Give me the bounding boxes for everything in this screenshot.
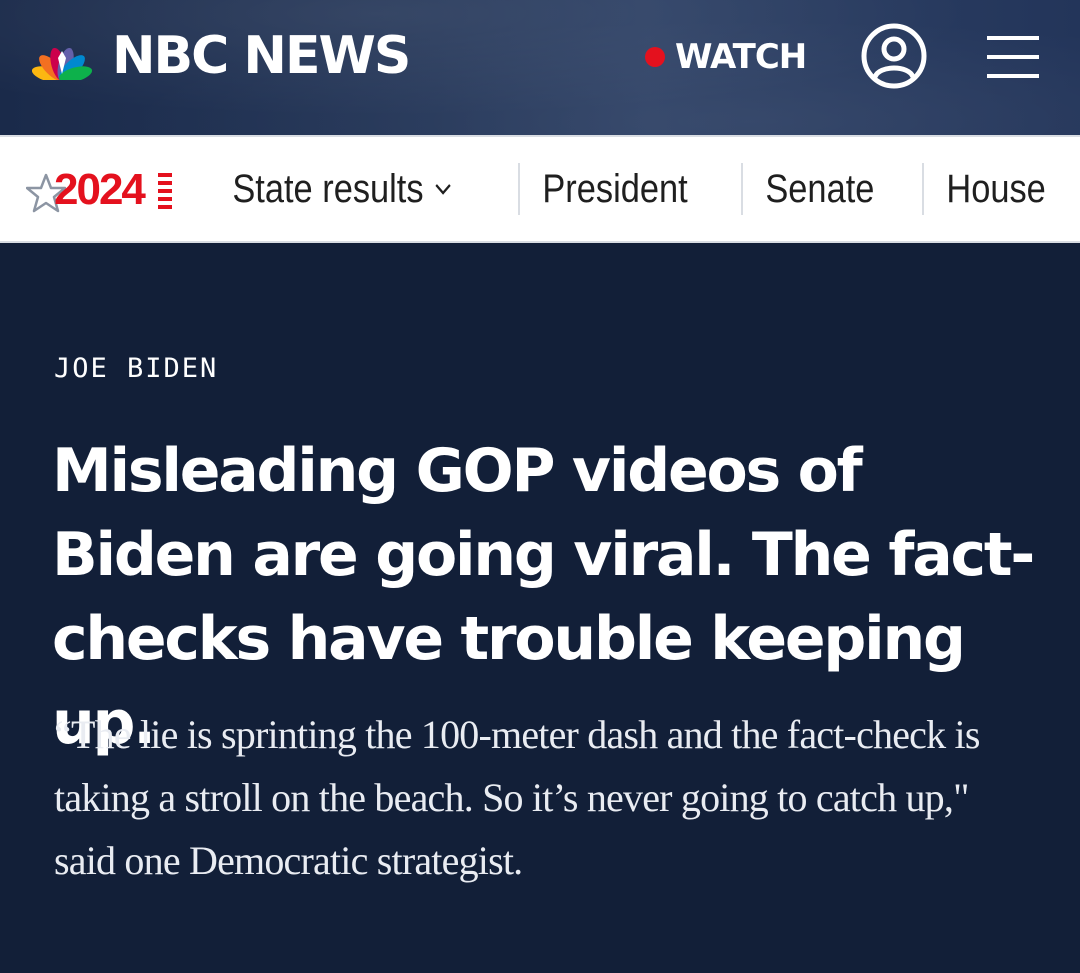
site-header: NBC NEWS WATCH xyxy=(0,0,1080,135)
brand-name: NBC NEWS xyxy=(112,26,411,86)
article-hero: JOE BIDEN Misleading GOP videos of Biden… xyxy=(0,243,1080,970)
user-account-icon xyxy=(861,23,927,89)
election-subnav: 2024 State results President Senate Hous… xyxy=(0,135,1080,243)
subnav-item-label: Senate xyxy=(765,167,875,211)
article-kicker[interactable]: JOE BIDEN xyxy=(54,353,218,384)
watch-label: WATCH xyxy=(675,37,807,77)
subnav-item-senate[interactable]: Senate xyxy=(743,163,897,215)
subnav-item-label: President xyxy=(542,167,689,211)
hamburger-menu-icon-line xyxy=(987,36,1039,40)
account-button[interactable] xyxy=(861,23,927,89)
hamburger-menu-icon-line xyxy=(987,74,1039,78)
nbc-peacock-icon xyxy=(31,47,93,80)
election-2024-badge[interactable]: 2024 xyxy=(26,159,176,219)
subnav-item-house[interactable]: House xyxy=(924,163,1068,215)
subnav-item-state-results[interactable]: State results xyxy=(210,163,475,215)
subnav-item-label: House xyxy=(946,167,1046,211)
flag-stripes-icon xyxy=(158,173,172,209)
hamburger-menu-icon-line xyxy=(987,55,1039,59)
chevron-down-icon xyxy=(435,184,451,195)
badge-year: 2024 xyxy=(54,165,146,214)
article-dek: “The lie is sprinting the 100-meter dash… xyxy=(54,712,980,883)
hamburger-menu-button[interactable] xyxy=(987,36,1039,78)
subnav-items: State results President Senate House Go xyxy=(210,137,1080,241)
nbc-news-logo[interactable]: NBC NEWS xyxy=(26,26,411,86)
subnav-item-president[interactable]: President xyxy=(520,163,710,215)
live-dot-icon xyxy=(645,47,665,67)
subnav-item-label: State results xyxy=(232,167,424,211)
watch-live-button[interactable]: WATCH xyxy=(645,34,807,80)
